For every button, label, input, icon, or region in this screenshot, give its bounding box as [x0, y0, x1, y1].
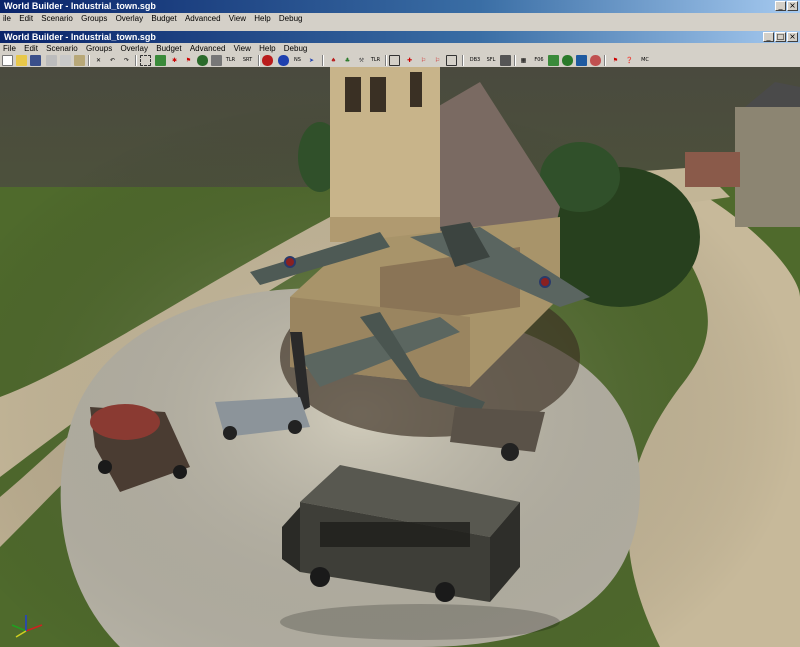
menu-help[interactable]: Help [256, 43, 278, 54]
stop-icon[interactable] [590, 55, 601, 66]
sfl-button[interactable]: SFL [484, 55, 498, 66]
close-icon[interactable]: × [787, 32, 798, 42]
tlr-button[interactable]: TLR [225, 55, 236, 66]
green-layer-icon[interactable] [548, 55, 559, 66]
plant-icon[interactable]: ♣ [342, 55, 353, 66]
menubar: File Edit Scenario Groups Overlay Budget… [0, 43, 800, 54]
back-window-toolbar [0, 24, 800, 31]
back-menu-advanced[interactable]: Advanced [182, 13, 224, 24]
back-menu-overlay[interactable]: Overlay [113, 13, 147, 24]
menu-scenario[interactable]: Scenario [43, 43, 81, 54]
mc-button[interactable]: MC [638, 55, 652, 66]
water-icon[interactable] [576, 55, 587, 66]
back-menu-debug[interactable]: Debug [276, 13, 306, 24]
globe-icon[interactable] [562, 55, 573, 66]
redo-icon[interactable]: ↷ [121, 55, 132, 66]
menu-edit[interactable]: Edit [21, 43, 41, 54]
no-tree-icon[interactable]: ✱ [169, 55, 180, 66]
bush-icon[interactable] [197, 55, 208, 66]
tree-icon[interactable] [155, 55, 166, 66]
back-window-titlebar: World Builder - Industrial_town.sgb _ × [0, 0, 800, 13]
paste-icon[interactable] [74, 55, 85, 66]
menu-overlay[interactable]: Overlay [117, 43, 151, 54]
3d-viewport[interactable] [0, 67, 800, 647]
minimize-icon[interactable]: _ [763, 32, 774, 42]
checker-icon[interactable]: ▦ [518, 55, 529, 66]
undo-icon[interactable]: ↶ [107, 55, 118, 66]
menu-debug[interactable]: Debug [281, 43, 311, 54]
save-icon[interactable] [30, 55, 41, 66]
fire-icon[interactable]: ♠ [328, 55, 339, 66]
cut-icon[interactable] [46, 55, 57, 66]
srt-button[interactable]: SRT [240, 55, 255, 66]
scene-render [0, 67, 800, 647]
menu-groups[interactable]: Groups [83, 43, 115, 54]
delete-icon[interactable]: ✕ [93, 55, 104, 66]
new-file-icon[interactable] [2, 55, 13, 66]
blue-object-icon[interactable] [278, 55, 289, 66]
menu-budget[interactable]: Budget [153, 43, 184, 54]
f06-button[interactable]: F06 [532, 55, 546, 66]
marker-icon[interactable]: ⚐ [432, 55, 443, 66]
pin-icon[interactable]: ⚐ [418, 55, 429, 66]
red-flag-icon[interactable]: ⚑ [610, 55, 621, 66]
back-menu-file[interactable]: ile [0, 13, 14, 24]
menu-view[interactable]: View [231, 43, 254, 54]
maximize-icon[interactable]: □ [775, 32, 786, 42]
axis-gizmo [11, 615, 43, 638]
back-window-menubar: ile Edit Scenario Groups Overlay Budget … [0, 13, 800, 24]
tank-icon[interactable] [211, 55, 222, 66]
back-menu-edit[interactable]: Edit [16, 13, 36, 24]
back-window-title: World Builder - Industrial_town.sgb [4, 1, 156, 11]
close-icon[interactable]: × [787, 1, 798, 11]
back-menu-help[interactable]: Help [251, 13, 273, 24]
tree-red-icon[interactable]: ✚ [404, 55, 415, 66]
main-toolbar: ✕ ↶ ↷ ✱ ⚑ TLR SRT NS ➤ ♠ ♣ ⚒ TLR ✚ ⚐ ⚐ D… [0, 54, 800, 68]
select-box-icon[interactable] [140, 55, 151, 66]
back-menu-groups[interactable]: Groups [78, 13, 110, 24]
menu-file[interactable]: File [0, 43, 19, 54]
db3-button[interactable]: DB3 [468, 55, 482, 66]
help-icon[interactable]: ❓ [624, 55, 635, 66]
building-right [735, 107, 800, 227]
ns-button[interactable]: NS [292, 55, 303, 66]
terrain-icon[interactable] [500, 55, 511, 66]
open-folder-icon[interactable] [16, 55, 27, 66]
minimize-icon[interactable]: _ [775, 1, 786, 11]
red-object-icon[interactable] [262, 55, 273, 66]
wrench-icon[interactable]: ⚒ [356, 55, 367, 66]
menu-advanced[interactable]: Advanced [187, 43, 229, 54]
flag-icon[interactable]: ⚑ [183, 55, 194, 66]
back-menu-budget[interactable]: Budget [148, 13, 179, 24]
back-menu-view[interactable]: View [226, 13, 249, 24]
layers-icon[interactable] [446, 55, 457, 66]
grid-icon[interactable] [389, 55, 400, 66]
arrow-icon[interactable]: ➤ [306, 55, 317, 66]
tlr2-button[interactable]: TLR [370, 55, 381, 66]
window-title: World Builder - Industrial_town.sgb [4, 32, 156, 42]
back-menu-scenario[interactable]: Scenario [38, 13, 76, 24]
copy-icon[interactable] [60, 55, 71, 66]
